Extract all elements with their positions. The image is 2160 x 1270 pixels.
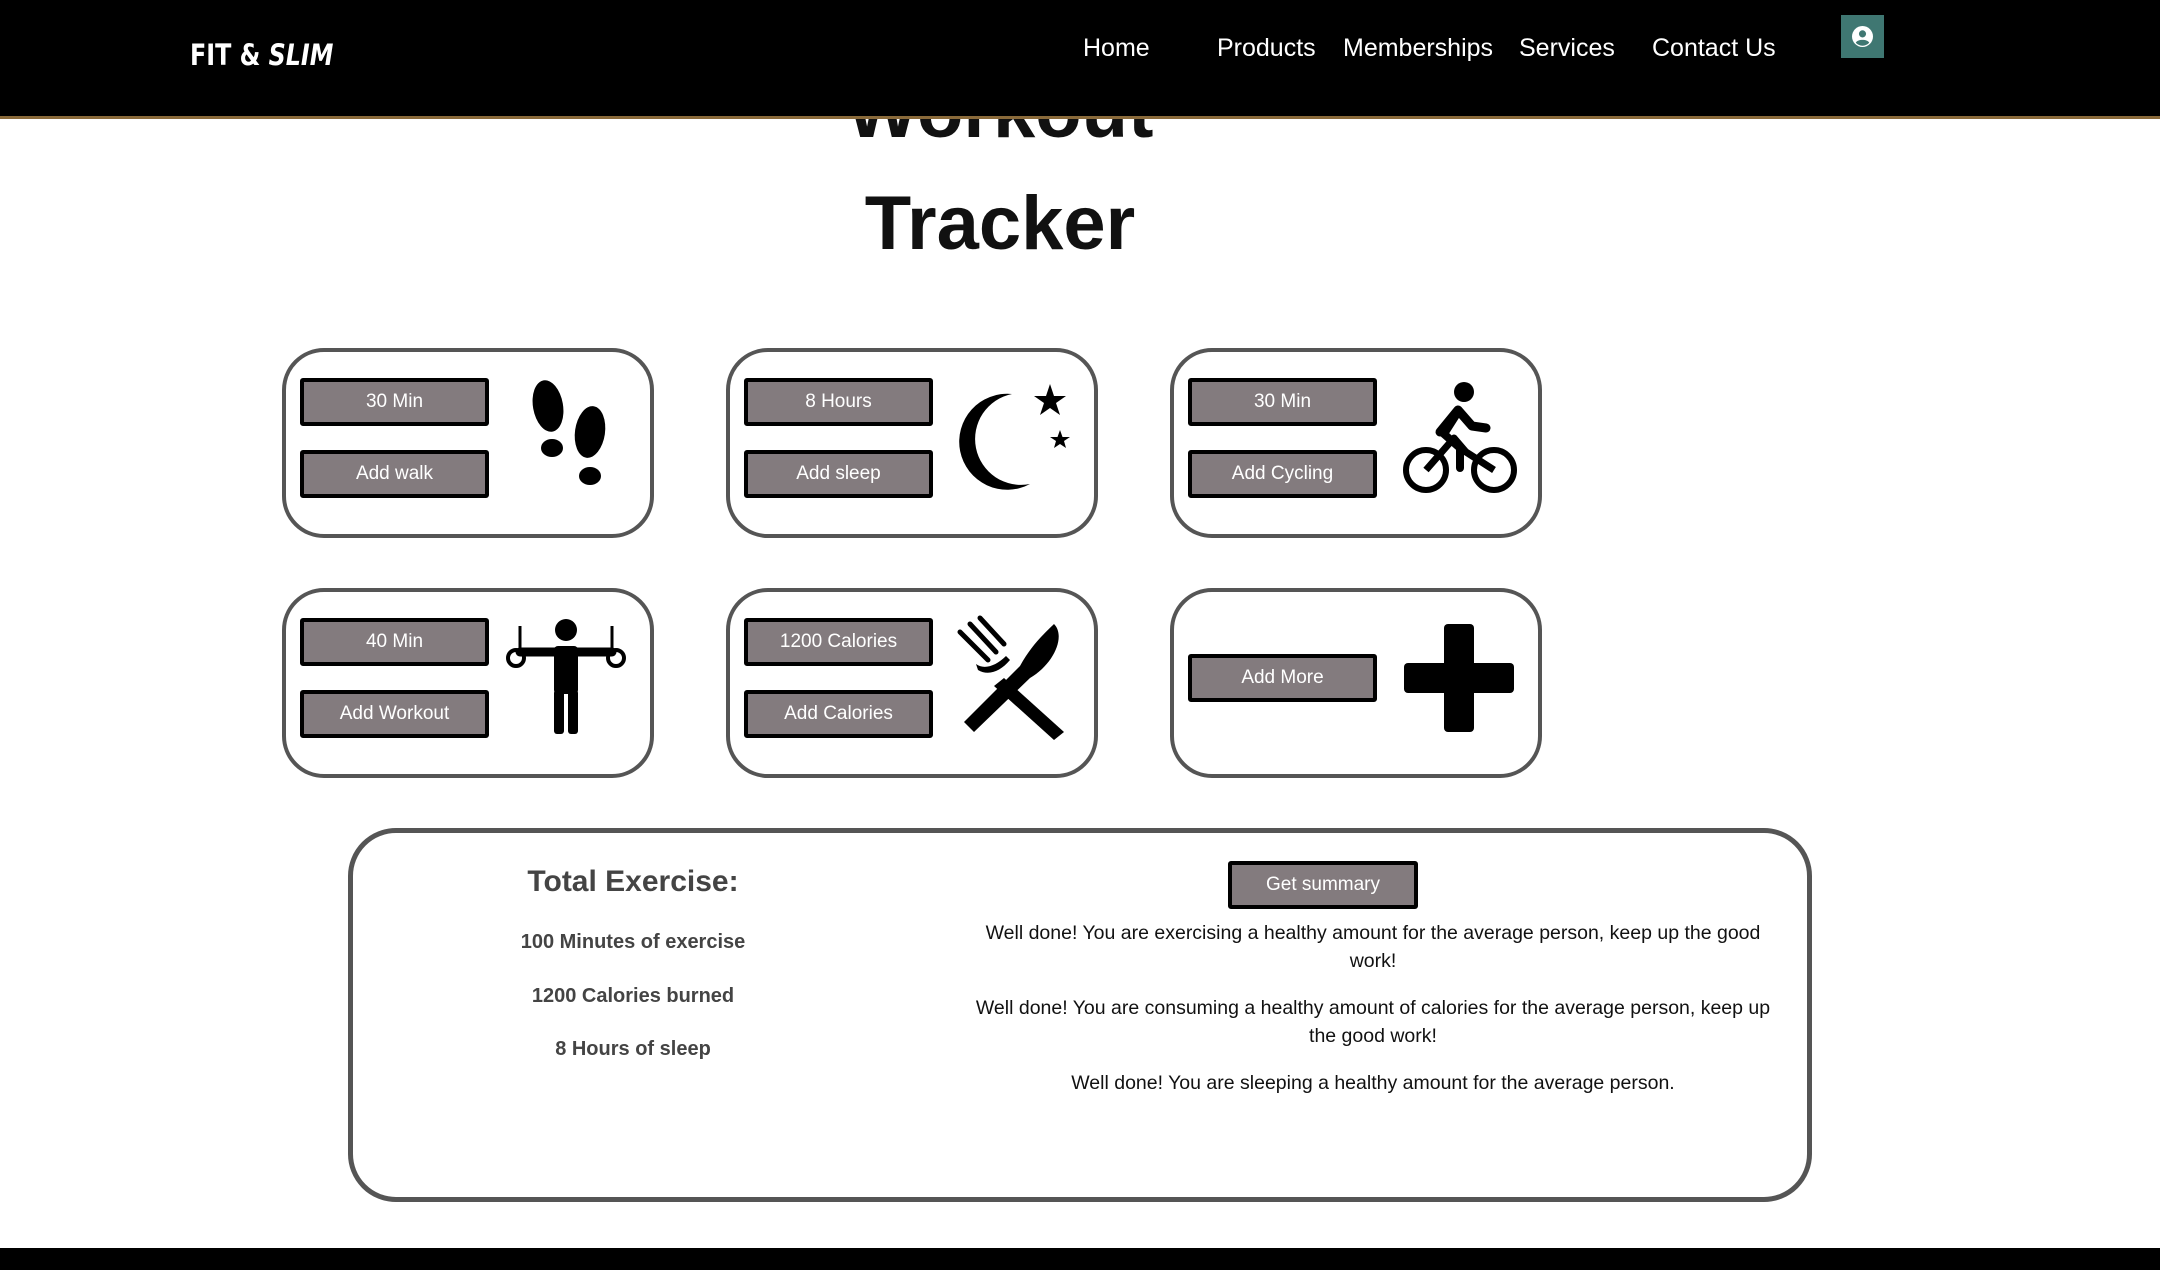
nav-memberships[interactable]: Memberships bbox=[1343, 34, 1493, 63]
logo-accent-text: SLIM bbox=[268, 38, 334, 72]
add-calories-button[interactable]: Add Calories bbox=[744, 690, 933, 738]
fork-knife-icon bbox=[957, 615, 1064, 740]
cyclist-icon bbox=[1403, 382, 1517, 493]
nav-contact-us[interactable]: Contact Us bbox=[1652, 34, 1776, 63]
add-sleep-button[interactable]: Add sleep bbox=[744, 450, 933, 498]
exercise-message: Well done! You are exercising a healthy … bbox=[985, 922, 1761, 972]
add-more-button[interactable]: Add More bbox=[1188, 654, 1377, 702]
page-title-line-2: Tracker bbox=[864, 181, 1136, 266]
calories-card: 1200 Calories Add Calories bbox=[726, 588, 1098, 778]
cycling-value-button[interactable]: 30 Min bbox=[1188, 378, 1377, 426]
nav-home[interactable]: Home bbox=[1083, 34, 1150, 63]
user-account-button[interactable] bbox=[1841, 15, 1884, 58]
cycling-card: 30 Min Add Cycling bbox=[1170, 348, 1542, 538]
add-workout-button[interactable]: Add Workout bbox=[300, 690, 489, 738]
logo[interactable]: FIT & SLIM bbox=[190, 38, 333, 72]
calories-message: Well done! You are consuming a healthy a… bbox=[975, 997, 1771, 1047]
sleep-message: Well done! You are sleeping a healthy am… bbox=[1071, 1072, 1675, 1094]
nav-products[interactable]: Products bbox=[1217, 34, 1316, 63]
walk-card: 30 Min Add walk bbox=[282, 348, 654, 538]
workout-value-button[interactable]: 40 Min bbox=[300, 618, 489, 666]
gymnast-rings-icon bbox=[506, 619, 626, 734]
user-circle-icon bbox=[1852, 26, 1873, 47]
walk-value-button[interactable]: 30 Min bbox=[300, 378, 489, 426]
minutes-stat: 100 Minutes of exercise bbox=[520, 931, 746, 953]
page: Workout Tracker FIT & SLIM Home Products… bbox=[0, 0, 2160, 1270]
sleep-stat: 8 Hours of sleep bbox=[555, 1038, 711, 1060]
summary-panel: Total Exercise: 100 Minutes of exercise … bbox=[348, 828, 1812, 1202]
logo-main-text: FIT & bbox=[190, 38, 261, 72]
total-exercise-heading: Total Exercise: bbox=[527, 865, 739, 898]
site-header: FIT & SLIM Home Products Memberships Ser… bbox=[0, 0, 2160, 119]
sleep-card: 8 Hours Add sleep bbox=[726, 348, 1098, 538]
add-cycling-button[interactable]: Add Cycling bbox=[1188, 450, 1377, 498]
sleep-value-button[interactable]: 8 Hours bbox=[744, 378, 933, 426]
nav-services[interactable]: Services bbox=[1519, 34, 1615, 63]
workout-card: 40 Min Add Workout bbox=[282, 588, 654, 778]
calories-stat: 1200 Calories burned bbox=[531, 985, 735, 1007]
get-summary-button[interactable]: Get summary bbox=[1228, 861, 1418, 909]
add-walk-button[interactable]: Add walk bbox=[300, 450, 489, 498]
site-footer bbox=[0, 1248, 2160, 1270]
footsteps-icon bbox=[532, 380, 606, 485]
plus-icon bbox=[1404, 624, 1514, 732]
add-more-card: Add More bbox=[1170, 588, 1542, 778]
calories-value-button[interactable]: 1200 Calories bbox=[744, 618, 933, 666]
moon-stars-icon bbox=[959, 384, 1070, 490]
